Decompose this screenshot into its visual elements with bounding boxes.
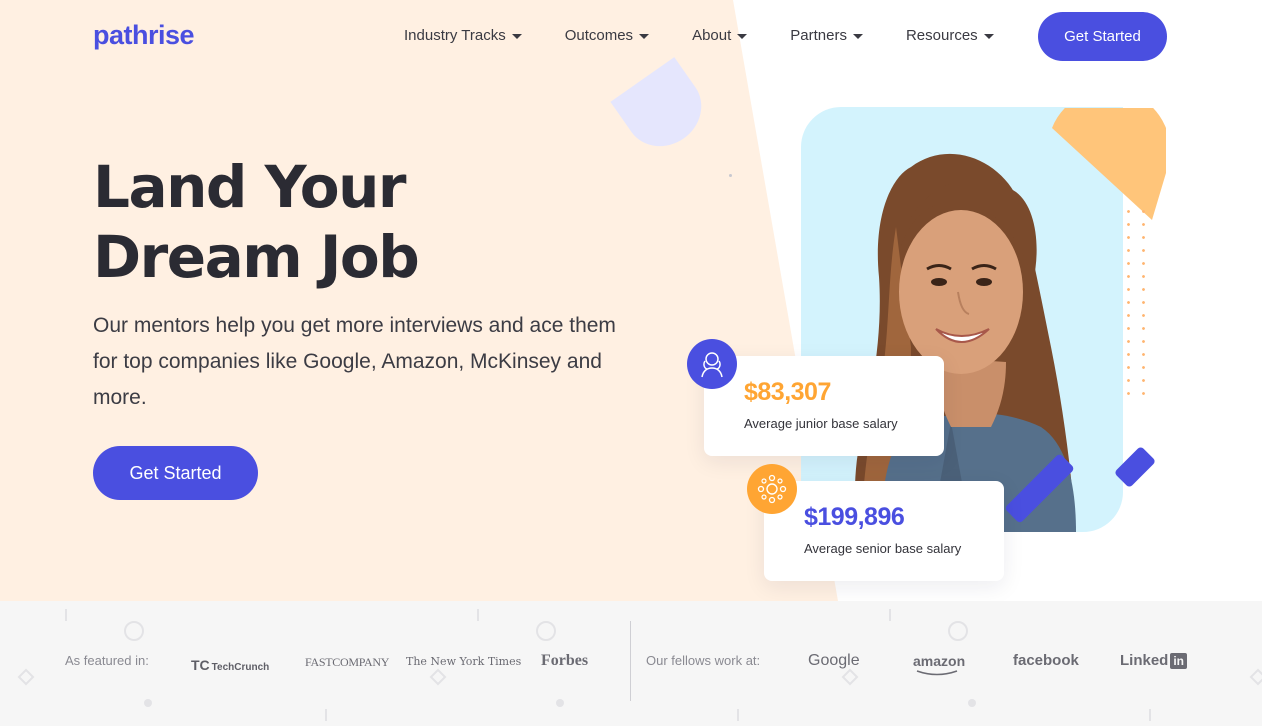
decorative-dot [729,174,732,177]
strip-divider [630,621,631,701]
amazon-logo[interactable]: amazon [913,653,965,676]
decorative-diamond [429,668,447,686]
decorative-tick [737,709,739,721]
decorative-tick [1149,709,1151,721]
fastcompany-logo[interactable]: FASTCOMPANY [305,655,389,670]
network-icon [747,464,797,514]
caret-down-icon [852,34,863,39]
fellows-work-at-label: Our fellows work at: [646,653,761,668]
linkedin-in-icon: in [1170,652,1188,669]
decorative-diamond [1249,668,1262,686]
hero-headline: Land Your Dream Job [93,152,420,292]
nav-item-partners[interactable]: Partners [790,27,863,44]
headline-line-1: Land Your [93,153,407,221]
press-and-employers-strip: As featured in: TC TechCrunch FASTCOMPANY… [0,601,1262,726]
decorative-tick [325,709,327,721]
featured-in-label: As featured in: [65,653,149,668]
decorative-tick [65,609,67,621]
nytimes-logo[interactable]: The New York Times [406,655,521,668]
headline-line-2: Dream Job [93,223,420,291]
nav-item-label: Industry Tracks [404,27,506,44]
caret-down-icon [737,34,748,39]
main-nav: Industry Tracks Outcomes About Partners … [404,27,1037,44]
nav-get-started-button[interactable]: Get Started [1038,12,1167,61]
hero-subtext: Our mentors help you get more interviews… [93,314,616,409]
forbes-logo[interactable]: Forbes [541,652,588,670]
techcrunch-logo[interactable]: TC TechCrunch [191,657,269,673]
linkedin-logo[interactable]: Linked in [1120,652,1188,669]
senior-salary-value: $199,896 [804,503,905,531]
amazon-smile-icon [916,670,958,676]
decorative-dot [968,699,976,707]
nav-item-outcomes[interactable]: Outcomes [564,27,650,44]
caret-down-icon [511,34,522,39]
nav-item-label: Partners [790,27,847,44]
decorative-circle [536,621,556,641]
decorative-circle [124,621,144,641]
decorative-tick [477,609,479,621]
nav-item-resources[interactable]: Resources [906,27,994,44]
decorative-tick [889,609,891,621]
decorative-diamond [841,668,859,686]
caret-down-icon [639,34,650,39]
nav-item-about[interactable]: About [692,27,748,44]
nav-item-industry-tracks[interactable]: Industry Tracks [404,27,522,44]
nav-item-label: Resources [905,27,978,44]
hero-get-started-button[interactable]: Get Started [93,446,258,500]
facebook-logo[interactable]: facebook [1013,652,1079,669]
decorative-dot [556,699,564,707]
decorative-dot [144,699,152,707]
senior-salary-label: Average senior base salary [804,541,962,556]
hero-section: pathrise Industry Tracks Outcomes About … [0,0,1262,601]
decorative-dot-grid [1121,205,1155,400]
nav-item-label: Outcomes [564,27,634,44]
decorative-circle [948,621,968,641]
google-logo[interactable]: Google [808,652,860,670]
decorative-diamond [17,668,35,686]
headline-line-2-wrapper: Dream Job [93,222,420,292]
junior-salary-card: $83,307 Average junior base salary [704,356,944,456]
nav-item-label: About [692,27,732,44]
senior-salary-card: $199,896 Average senior base salary [764,481,1004,581]
mentor-icon [687,339,737,389]
junior-salary-label: Average junior base salary [744,416,898,431]
caret-down-icon [983,34,994,39]
pathrise-logo[interactable]: pathrise [93,20,195,51]
junior-salary-value: $83,307 [744,378,831,406]
